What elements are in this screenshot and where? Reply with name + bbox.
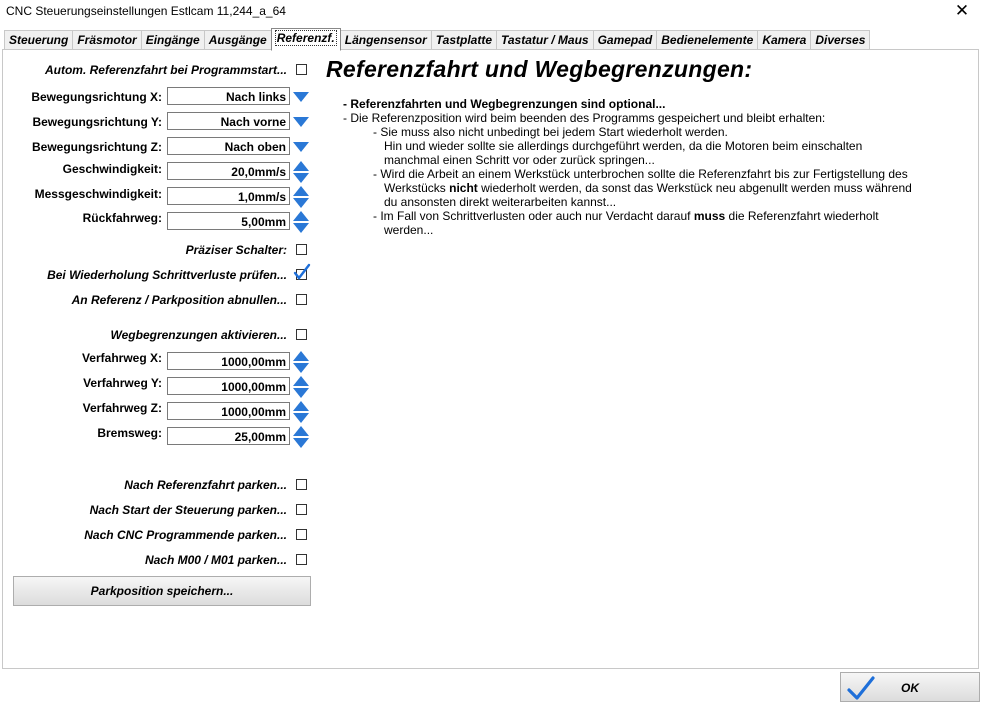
desc-line-10: werden... [384, 223, 434, 237]
checkmark-icon [293, 263, 311, 280]
desc-line-9: - Im Fall von Schrittverlusten oder auch… [373, 209, 879, 223]
dir-x-label: Bewegungsrichtung X: [31, 90, 162, 104]
travel-y-stepper-icon[interactable] [293, 376, 309, 398]
travel-x-input[interactable]: 1000,00mm [167, 352, 290, 370]
tab-kamera[interactable]: Kamera [757, 30, 812, 50]
park-after-ref-checkbox[interactable] [296, 479, 307, 490]
autom-ref-checkbox[interactable] [296, 64, 307, 75]
dir-z-select[interactable]: Nach oben [167, 137, 290, 155]
park-after-prog-checkbox[interactable] [296, 529, 307, 540]
window-title: CNC Steuerungseinstellungen Estlcam 11,2… [6, 4, 286, 18]
repeat-check-checkbox[interactable] [293, 263, 311, 280]
mspeed-input[interactable]: 1,0mm/s [167, 187, 290, 205]
tab-tastplatte[interactable]: Tastplatte [430, 30, 497, 50]
tab-referenzf[interactable]: Referenzf. [270, 28, 341, 51]
zero-at-ref-label: An Referenz / Parkposition abnullen... [71, 293, 287, 307]
tab-bedienelemente[interactable]: Bedienelemente [656, 30, 759, 50]
title-bar: CNC Steuerungseinstellungen Estlcam 11,2… [0, 0, 981, 26]
section-heading: Referenzfahrt und Wegbegrenzungen: [326, 56, 753, 82]
speed-label: Geschwindigkeit: [62, 162, 162, 176]
desc-line-6: - Wird die Arbeit an einem Werkstück unt… [373, 167, 908, 181]
travel-y-input[interactable]: 1000,00mm [167, 377, 290, 395]
mspeed-stepper-icon[interactable] [293, 186, 309, 208]
travel-y-label: Verfahrweg Y: [83, 376, 162, 390]
dir-x-select[interactable]: Nach links [167, 87, 290, 105]
park-after-m00-label: Nach M00 / M01 parken... [144, 553, 287, 567]
park-after-start-label: Nach Start der Steuerung parken... [89, 503, 287, 517]
tab-bar: Steuerung Fräsmotor Eingänge Ausgänge Re… [4, 28, 871, 51]
park-after-m00-checkbox[interactable] [296, 554, 307, 565]
precise-checkbox[interactable] [296, 244, 307, 255]
desc-line-4: Hin und wieder sollte sie allerdings dur… [384, 139, 863, 153]
park-after-prog-label: Nach CNC Programmende parken... [84, 528, 287, 542]
tab-fraesmotor[interactable]: Fräsmotor [72, 30, 142, 50]
desc-line-2: - Die Referenzposition wird beim beenden… [343, 111, 826, 125]
tab-eingaenge[interactable]: Eingänge [140, 30, 205, 50]
tab-tastatur-maus[interactable]: Tastatur / Maus [496, 30, 594, 50]
save-park-position-button[interactable]: Parkposition speichern... [13, 576, 311, 606]
close-icon[interactable]: ✕ [951, 1, 973, 21]
back-stepper-icon[interactable] [293, 211, 309, 233]
tab-gamepad[interactable]: Gamepad [592, 30, 658, 50]
limits-label: Wegbegrenzungen aktivieren... [110, 328, 287, 342]
dir-z-label: Bewegungsrichtung Z: [32, 140, 162, 154]
dir-y-select[interactable]: Nach vorne [167, 112, 290, 130]
desc-line-3: - Sie muss also nicht unbedingt bei jede… [373, 125, 728, 139]
brake-input[interactable]: 25,00mm [167, 427, 290, 445]
limits-checkbox[interactable] [296, 329, 307, 340]
dir-y-label: Bewegungsrichtung Y: [32, 115, 162, 129]
speed-stepper-icon[interactable] [293, 161, 309, 183]
mspeed-label: Messgeschwindigkeit: [34, 187, 162, 201]
desc-line-8: du ansonsten direkt weiterarbeiten kanns… [384, 195, 617, 209]
travel-z-stepper-icon[interactable] [293, 401, 309, 423]
desc-line-5: manchmal einen Schritt vor oder zurück s… [384, 153, 655, 167]
ok-button[interactable]: OK [840, 672, 980, 702]
park-after-ref-label: Nach Referenzfahrt parken... [124, 478, 287, 492]
repeat-check-label: Bei Wiederholung Schrittverluste prüfen.… [47, 268, 287, 282]
checkmark-icon [847, 676, 875, 700]
brake-stepper-icon[interactable] [293, 426, 309, 448]
park-after-start-checkbox[interactable] [296, 504, 307, 515]
zero-at-ref-checkbox[interactable] [296, 294, 307, 305]
dir-z-dropdown-icon[interactable] [293, 142, 309, 152]
tab-ausgaenge[interactable]: Ausgänge [203, 30, 272, 50]
travel-x-stepper-icon[interactable] [293, 351, 309, 373]
back-label: Rückfahrweg: [82, 211, 162, 225]
desc-line-7: Werkstücks nicht wiederholt werden, da s… [384, 181, 912, 195]
dir-x-dropdown-icon[interactable] [293, 92, 309, 102]
brake-label: Bremsweg: [97, 426, 162, 440]
tab-laengensensor[interactable]: Längensensor [339, 30, 432, 50]
tab-steuerung[interactable]: Steuerung [4, 30, 74, 50]
tab-diverses[interactable]: Diverses [810, 30, 871, 50]
travel-z-label: Verfahrweg Z: [82, 401, 162, 415]
dir-y-dropdown-icon[interactable] [293, 117, 309, 127]
travel-x-label: Verfahrweg X: [81, 351, 162, 365]
precise-label: Präziser Schalter: [185, 243, 287, 257]
speed-input[interactable]: 20,0mm/s [167, 162, 290, 180]
back-input[interactable]: 5,00mm [167, 212, 290, 230]
autom-ref-label: Autom. Referenzfahrt bei Programmstart..… [44, 63, 287, 77]
travel-z-input[interactable]: 1000,00mm [167, 402, 290, 420]
ok-button-label: OK [901, 681, 919, 695]
desc-line-1: - Referenzfahrten und Wegbegrenzungen si… [343, 97, 666, 111]
